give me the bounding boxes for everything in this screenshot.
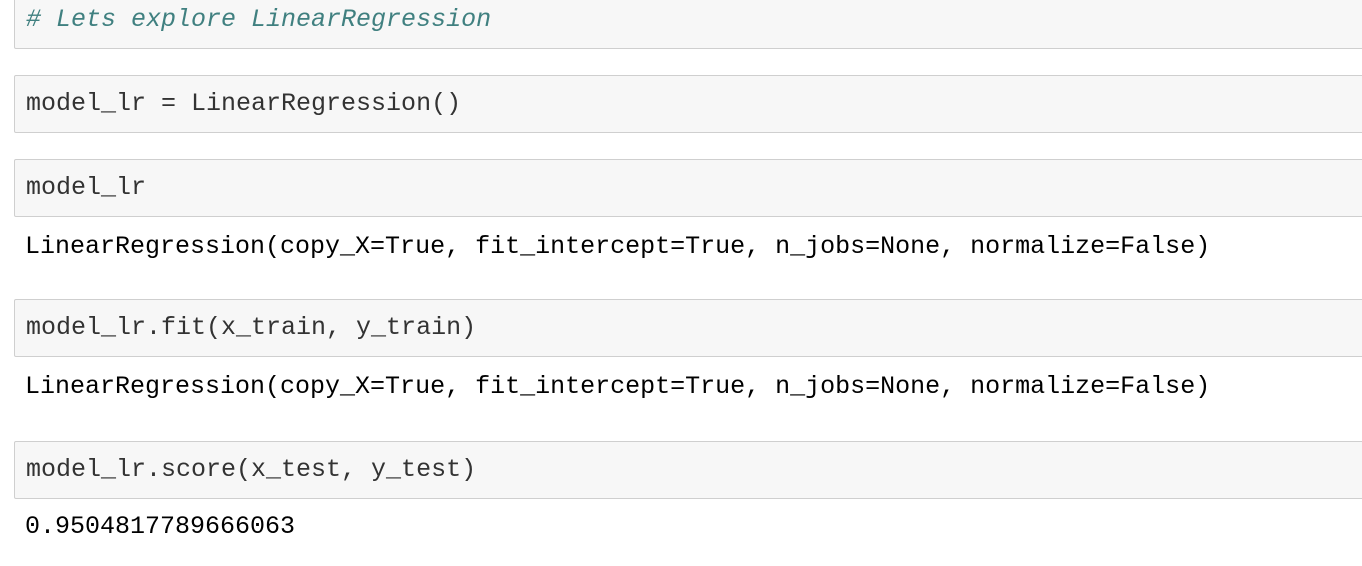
cell-output: LinearRegression(copy_X=True, fit_interc…: [25, 232, 1211, 261]
code-text: model_lr = LinearRegression(): [26, 89, 462, 118]
code-comment: # Lets explore LinearRegression: [26, 5, 492, 34]
code-cell-input[interactable]: model_lr.fit(x_train, y_train): [14, 299, 1362, 357]
cell-output: LinearRegression(copy_X=True, fit_interc…: [25, 372, 1211, 401]
code-cell-input[interactable]: model_lr: [14, 159, 1362, 217]
cell-output: 0.9504817789666063: [25, 512, 296, 541]
code-text: model_lr: [26, 173, 147, 202]
code-cell-input[interactable]: model_lr.score(x_test, y_test): [14, 441, 1362, 499]
code-cell-input[interactable]: # Lets explore LinearRegression: [14, 0, 1362, 49]
code-text: model_lr.score(x_test, y_test): [26, 455, 477, 484]
notebook: # Lets explore LinearRegression model_lr…: [0, 0, 1362, 566]
code-text: model_lr.fit(x_train, y_train): [26, 313, 477, 342]
code-cell-input[interactable]: model_lr = LinearRegression(): [14, 75, 1362, 133]
